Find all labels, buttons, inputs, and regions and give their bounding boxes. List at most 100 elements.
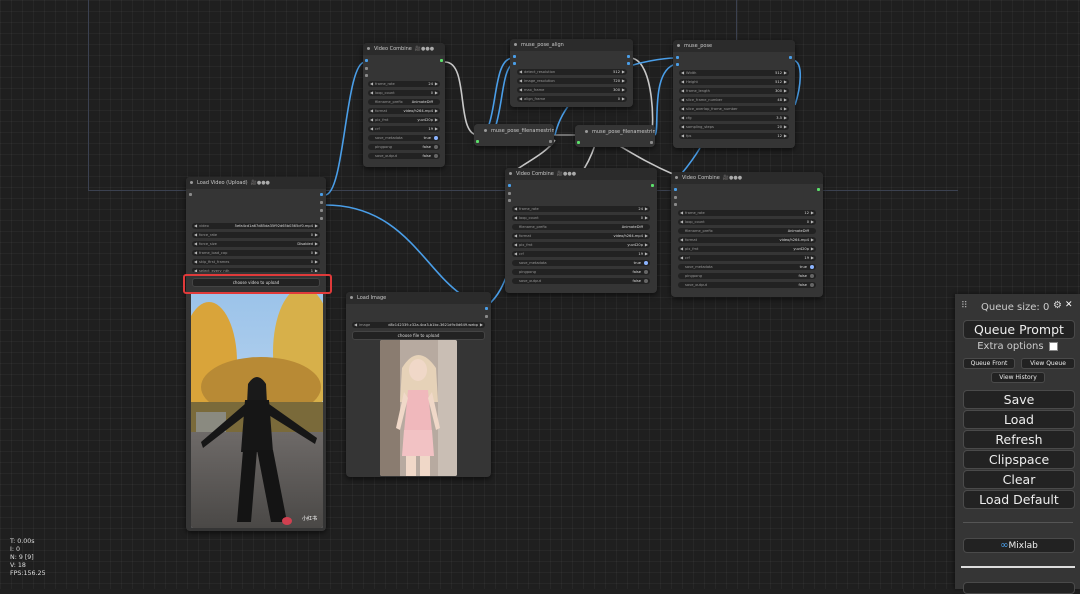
collapse-dot-icon[interactable] xyxy=(514,43,517,46)
settings-gear-icon[interactable]: ⚙ xyxy=(1053,300,1062,311)
video-combine-node-right[interactable]: Video Combine 🎥●●● ◀ frame_rate 12 ▶ ◀ loop_c… xyxy=(671,172,823,297)
widget-save-output[interactable]: save_output false xyxy=(368,153,440,159)
widget-align-frame[interactable]: ◀ align_frame 0 ▶ xyxy=(517,96,627,102)
widget-save-output[interactable]: save_output false xyxy=(512,278,650,284)
node-title[interactable]: muse_pose_align xyxy=(510,39,633,51)
widget-save-metadata[interactable]: save_metadata true xyxy=(678,264,816,270)
output-slot[interactable] xyxy=(320,217,323,220)
input-slot[interactable] xyxy=(365,67,368,70)
extra-options-checkbox[interactable] xyxy=(1048,341,1058,351)
toggle-icon[interactable] xyxy=(644,270,648,274)
widget-crf[interactable]: ◀ crf 19 ▶ xyxy=(368,126,440,132)
load-default-button[interactable]: Load Default xyxy=(963,490,1075,509)
input-slot[interactable] xyxy=(508,184,511,187)
muse-pose-align-node[interactable]: muse_pose_align ◀ detect_resolution 512 ▶ ◀… xyxy=(510,39,633,107)
widget-pix-fmt[interactable]: ◀ pix_fmt yuv420p ▶ xyxy=(678,246,816,252)
collapse-dot-icon[interactable] xyxy=(190,181,193,184)
input-slot[interactable] xyxy=(513,62,516,65)
mixlab-button[interactable]: ∞Mixlab xyxy=(963,538,1075,553)
widget-detect-resolution[interactable]: ◀ detect_resolution 512 ▶ xyxy=(517,69,627,75)
widget-cfg[interactable]: ◀ cfg 3.5 ▶ xyxy=(679,115,789,121)
widget-loop-count[interactable]: ◀ loop_count 0 ▶ xyxy=(678,219,816,225)
widget-format[interactable]: ◀ format video/h264-mp4 ▶ xyxy=(368,108,440,114)
load-video-node[interactable]: Load Video (Upload) 🎥●●● ◀ video 5efa4cd1a6… xyxy=(186,177,326,531)
more-button[interactable] xyxy=(963,582,1075,594)
widget-save-output[interactable]: save_output false xyxy=(678,282,816,288)
widget-crf[interactable]: ◀ crf 19 ▶ xyxy=(512,251,650,257)
widget-max-frame[interactable]: ◀ max_frame 300 ▶ xyxy=(517,87,627,93)
output-slot[interactable] xyxy=(440,59,443,62)
output-slot[interactable] xyxy=(817,188,820,191)
input-slot[interactable] xyxy=(674,188,677,191)
widget-video[interactable]: ◀ video 5efa4cd1a67d85da35f92d65b0365cf0.m… xyxy=(192,223,320,229)
input-slot[interactable] xyxy=(577,141,580,144)
video-combine-node-mid[interactable]: Video Combine 🎥●●● ◀ frame_rate 24 ▶ ◀ loop_c… xyxy=(505,168,657,293)
collapse-dot-icon[interactable] xyxy=(484,129,487,132)
input-slot[interactable] xyxy=(676,56,679,59)
widget-save-metadata[interactable]: save_metadata true xyxy=(368,135,440,141)
toggle-icon[interactable] xyxy=(644,261,648,265)
video-combine-node-top[interactable]: Video Combine 🎥●●● ◀ frame_rate 24 ▶ ◀ loop_c… xyxy=(363,43,445,167)
toggle-icon[interactable] xyxy=(434,145,438,149)
input-slot[interactable] xyxy=(508,199,511,202)
choose-file-button[interactable]: choose file to upload xyxy=(352,331,485,340)
load-button[interactable]: Load xyxy=(963,410,1075,429)
load-image-node[interactable]: Load Image ◀ image d8c142339-c32a-4ca3-b1b… xyxy=(346,292,491,477)
widget-frame-load-cap[interactable]: ◀ frame_load_cap 0 ▶ xyxy=(192,250,320,256)
node-title[interactable]: muse_pose_filenamestring xyxy=(474,124,554,138)
node-title[interactable]: Video Combine 🎥●●● xyxy=(505,168,657,180)
widget-format[interactable]: ◀ format video/h264-mp4 ▶ xyxy=(678,237,816,243)
widget-crf[interactable]: ◀ crf 19 ▶ xyxy=(678,255,816,261)
widget-slice-overlap-frame-number[interactable]: ◀ slice_overlap_frame_number 4 ▶ xyxy=(679,106,789,112)
widget-frame-length[interactable]: ◀ frame_length 300 ▶ xyxy=(679,88,789,94)
widget-select-every-nth[interactable]: ◀ select_every_nth 1 ▶ xyxy=(192,268,320,272)
output-slot[interactable] xyxy=(549,140,552,143)
widget-save-metadata[interactable]: save_metadata true xyxy=(512,260,650,266)
collapse-dot-icon[interactable] xyxy=(367,47,370,50)
collapse-dot-icon[interactable] xyxy=(350,296,353,299)
widget-width[interactable]: ◀ Width 512 ▶ xyxy=(679,70,789,76)
output-slot[interactable] xyxy=(650,141,653,144)
view-history-button[interactable]: View History xyxy=(991,372,1045,383)
widget-pix-fmt[interactable]: ◀ pix_fmt yuv420p ▶ xyxy=(512,242,650,248)
output-slot[interactable] xyxy=(320,201,323,204)
muse-pose-node[interactable]: muse_pose ◀ Width 512 ▶ ◀ Height 512 ▶ ◀ frame_… xyxy=(673,40,795,148)
widget-frame-rate[interactable]: ◀ frame_rate 24 ▶ xyxy=(368,81,440,87)
node-title[interactable]: muse_pose_filenamestring xyxy=(575,125,655,139)
input-slot[interactable] xyxy=(674,196,677,199)
view-queue-button[interactable]: View Queue xyxy=(1021,358,1075,369)
output-slot[interactable] xyxy=(485,315,488,318)
toggle-icon[interactable] xyxy=(644,279,648,283)
collapse-dot-icon[interactable] xyxy=(677,44,680,47)
widget-fps[interactable]: ◀ fps 12 ▶ xyxy=(679,133,789,139)
filenamestring-node-1[interactable]: muse_pose_filenamestring xyxy=(474,124,554,146)
node-title[interactable]: Load Video (Upload) 🎥●●● xyxy=(186,177,326,189)
output-slot[interactable] xyxy=(789,56,792,59)
node-title[interactable]: Video Combine 🎥●●● xyxy=(671,172,823,184)
widget-format[interactable]: ◀ format video/h264-mp4 ▶ xyxy=(512,233,650,239)
toggle-icon[interactable] xyxy=(810,265,814,269)
input-slot[interactable] xyxy=(189,193,192,196)
toggle-icon[interactable] xyxy=(810,274,814,278)
input-slot[interactable] xyxy=(365,74,368,77)
refresh-button[interactable]: Refresh xyxy=(963,430,1075,449)
widget-image-resolution[interactable]: ◀ image_resolution 720 ▶ xyxy=(517,78,627,84)
output-slot[interactable] xyxy=(627,55,630,58)
toggle-icon[interactable] xyxy=(434,154,438,158)
widget-height[interactable]: ◀ Height 512 ▶ xyxy=(679,79,789,85)
widget-filename-prefix[interactable]: filename_prefix AnimateDiff xyxy=(368,99,440,105)
output-slot[interactable] xyxy=(320,209,323,212)
output-slot[interactable] xyxy=(320,193,323,196)
widget-force-size[interactable]: ◀ force_size Disabled ▶ xyxy=(192,241,320,247)
queue-front-button[interactable]: Queue Front xyxy=(963,358,1015,369)
output-slot[interactable] xyxy=(485,307,488,310)
input-slot[interactable] xyxy=(676,63,679,66)
clipspace-button[interactable]: Clipspace xyxy=(963,450,1075,469)
input-slot[interactable] xyxy=(365,59,368,62)
widget-pix-fmt[interactable]: ◀ pix_fmt yuv420p ▶ xyxy=(368,117,440,123)
widget-pingpong[interactable]: pingpong false xyxy=(512,269,650,275)
widget-image[interactable]: ◀ image d8c142339-c32a-4ca3-b1bc-3621d9c0d… xyxy=(352,322,485,328)
node-title[interactable]: Load Image xyxy=(346,292,491,304)
widget-loop-count[interactable]: ◀ loop_count 0 ▶ xyxy=(512,215,650,221)
widget-slice-frame-number[interactable]: ◀ slice_frame_number 48 ▶ xyxy=(679,97,789,103)
